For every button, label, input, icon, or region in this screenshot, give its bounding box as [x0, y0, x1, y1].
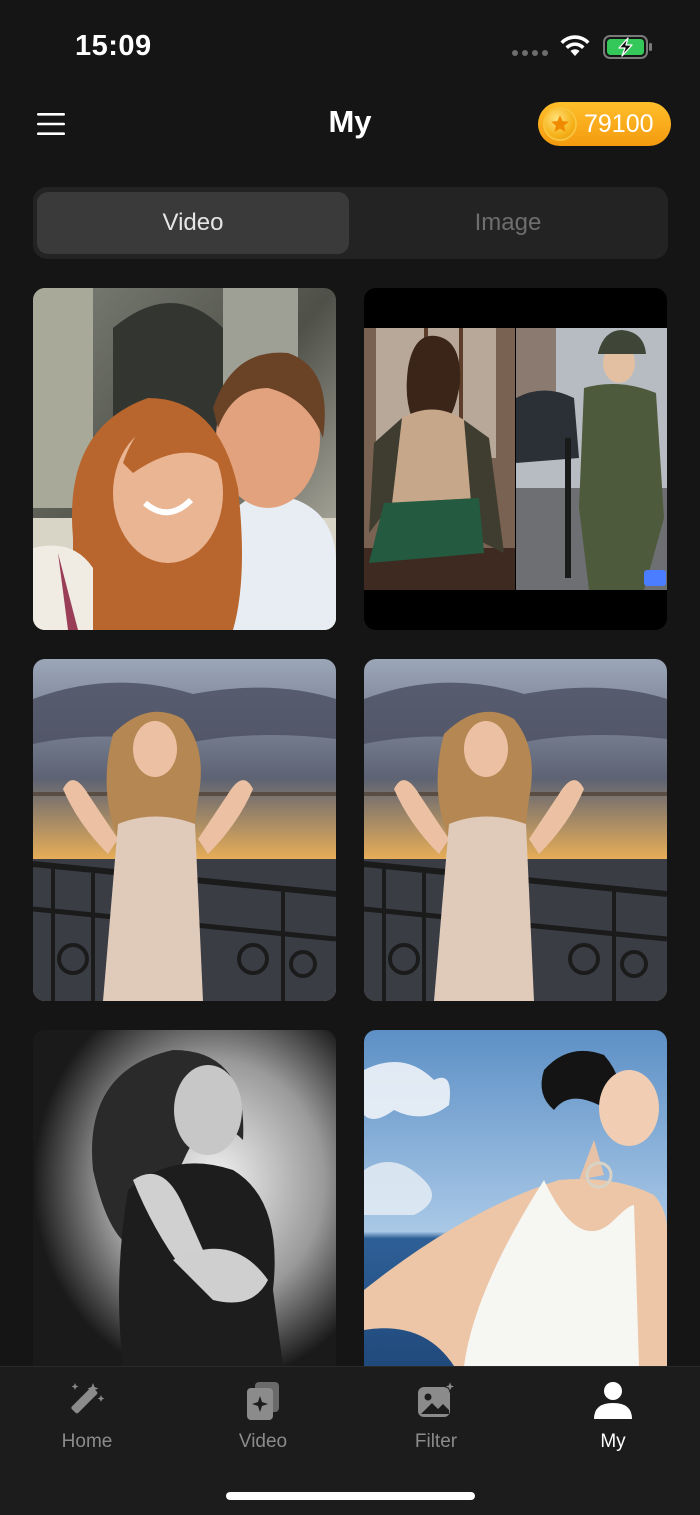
bottom-tab-bar: Home Video Filter My: [0, 1366, 700, 1515]
magic-wand-icon: [65, 1379, 109, 1423]
page-title: My: [328, 104, 372, 139]
home-indicator: [226, 1492, 475, 1500]
battery-charging-icon: [603, 35, 652, 59]
tab-video[interactable]: Video: [203, 1379, 323, 1461]
status-bar: 15:09: [0, 0, 700, 90]
gallery-item-woman-sunset-photo[interactable]: [364, 659, 667, 1001]
media-type-segmented-control: Video Image: [33, 187, 668, 259]
gallery-item-two-person-video-collage[interactable]: [364, 288, 667, 630]
gallery-item-woman-seaside-photo[interactable]: [364, 1030, 667, 1366]
tab-video-label: Video: [238, 1431, 288, 1452]
gallery-item-bw-portrait-photo[interactable]: [33, 1030, 336, 1366]
tab-filter[interactable]: Filter: [376, 1379, 496, 1461]
tab-home-label: Home: [61, 1431, 113, 1452]
tab-my[interactable]: My: [553, 1379, 673, 1461]
gallery-item-woman-sunset-photo[interactable]: [33, 659, 336, 1001]
coin-balance-button[interactable]: 79100: [538, 102, 671, 146]
wifi-icon: [560, 35, 590, 56]
gallery-item-couple-photo[interactable]: [33, 288, 336, 630]
tab-my-label: My: [600, 1431, 626, 1452]
cellular-signal-icon: [512, 50, 548, 56]
segment-image[interactable]: Image: [352, 192, 664, 254]
my-screen: 15:09 My 79100 Video Image Home Video Fi…: [0, 0, 700, 1515]
tab-home[interactable]: Home: [27, 1379, 147, 1461]
person-icon: [591, 1379, 635, 1423]
segment-video[interactable]: Video: [37, 192, 349, 254]
status-time: 15:09: [75, 30, 152, 62]
image-sparkle-icon: [414, 1379, 458, 1423]
coin-balance-value: 79100: [584, 109, 654, 138]
menu-icon[interactable]: [36, 110, 66, 138]
tab-filter-label: Filter: [414, 1431, 458, 1452]
star-coin-icon: [543, 107, 577, 141]
video-cards-icon: [241, 1379, 285, 1423]
